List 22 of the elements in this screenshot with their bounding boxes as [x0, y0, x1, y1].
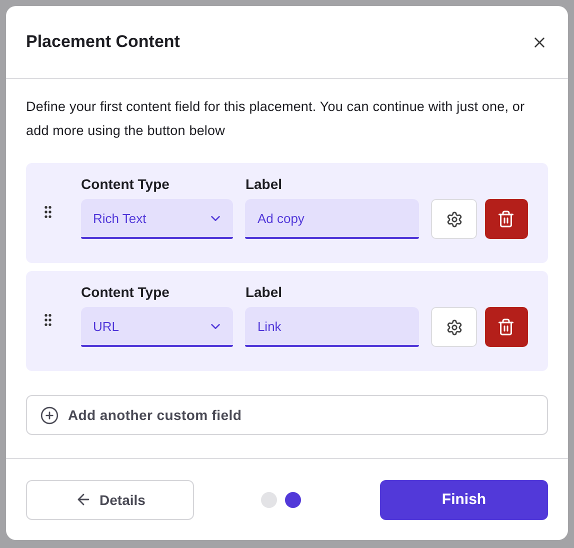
back-button[interactable]: Details [26, 480, 194, 520]
content-type-select[interactable]: Rich Text [81, 199, 234, 239]
settings-button[interactable] [431, 199, 477, 239]
dialog-title: Placement Content [26, 32, 180, 52]
label-input[interactable]: Link [245, 307, 420, 347]
plus-circle-icon [40, 406, 59, 424]
settings-icon [446, 210, 463, 228]
delete-button[interactable] [484, 199, 528, 239]
description-text: Define your first content field for this placement. You can continue with just one, or add more using the button below [26, 98, 526, 140]
add-field-button[interactable]: Add another custom field [26, 395, 548, 435]
settings-button[interactable] [431, 307, 477, 347]
finish-button[interactable]: Finish [380, 480, 548, 520]
trash-icon [497, 210, 516, 228]
field-heading: Label [245, 283, 284, 302]
settings-icon [446, 318, 463, 336]
field-heading: Content Type [81, 175, 170, 194]
field-heading: Label [245, 175, 284, 194]
label-input[interactable]: Ad copy [245, 199, 420, 239]
field-heading: Content Type [81, 283, 170, 302]
content-type-select[interactable]: URL [81, 307, 234, 347]
trash-icon [497, 318, 516, 336]
delete-button[interactable] [484, 307, 528, 347]
